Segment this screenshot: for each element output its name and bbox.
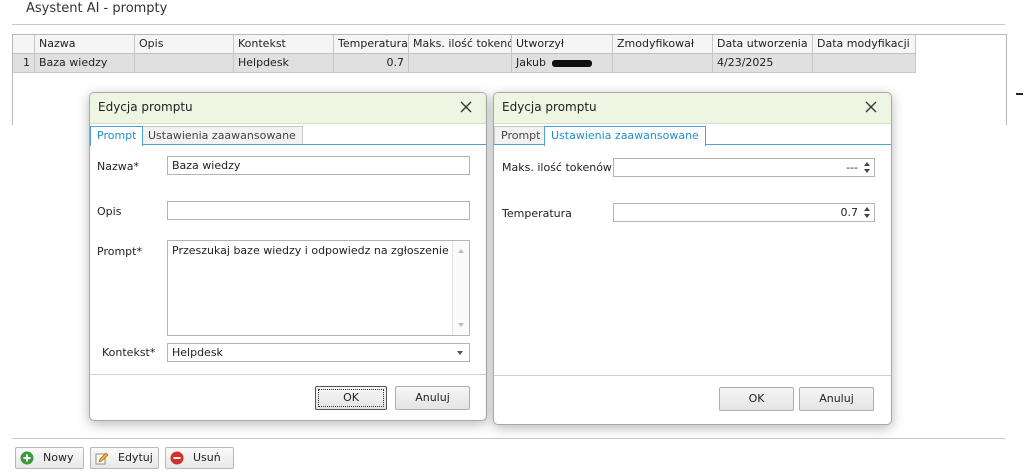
cell-maks-tokenow[interactable] — [409, 54, 512, 72]
edit-button[interactable]: Edytuj — [90, 447, 159, 469]
cell-data-modyfikacji[interactable] — [813, 54, 916, 72]
ok-button[interactable]: OK — [719, 387, 794, 411]
cell-kontekst[interactable]: Helpdesk — [234, 54, 334, 72]
utworzyl-text: Jakub — [516, 56, 546, 69]
label-prompt: Prompt* — [97, 245, 142, 258]
dialog-footer-divider — [90, 374, 486, 375]
cell-opis[interactable] — [135, 54, 234, 72]
cancel-button[interactable]: Anuluj — [395, 386, 470, 410]
column-header-opis[interactable]: Opis — [135, 35, 234, 53]
nazwa-input[interactable]: Baza wiedzy — [167, 156, 470, 175]
close-icon[interactable] — [861, 97, 881, 117]
column-header-utworzyl[interactable]: Utworzył — [512, 35, 613, 53]
maks-tokenow-value: --- — [846, 161, 858, 174]
add-button-label: Nowy — [43, 451, 74, 464]
row-index: 1 — [13, 54, 35, 72]
opis-input[interactable] — [167, 201, 470, 220]
temperatura-value: 0.7 — [840, 206, 859, 219]
dialog-footer-divider — [494, 375, 891, 376]
column-header-maks-tokenow[interactable]: Maks. ilość tokenów — [409, 35, 512, 53]
label-nazwa: Nazwa* — [97, 160, 139, 173]
kontekst-value: Helpdesk — [172, 346, 223, 359]
column-header-kontekst[interactable]: Kontekst — [234, 35, 334, 53]
prompt-text: Przeszukaj baze wiedzy i odpowiedz na zg… — [172, 244, 449, 257]
column-header-zmodyfikowal[interactable]: Zmodyfikował — [613, 35, 713, 53]
page-title: Asystent AI - prompty — [26, 1, 168, 16]
cell-utworzyl[interactable]: Jakub — [512, 54, 613, 72]
tab-advanced-settings[interactable]: Ustawienia zaawansowane — [544, 126, 706, 146]
edit-prompt-dialog[interactable]: Edycja promptu Prompt Ustawienia zaawans… — [89, 92, 487, 421]
tab-advanced-settings[interactable]: Ustawienia zaawansowane — [141, 126, 303, 145]
pencil-icon — [95, 451, 109, 465]
spinner-arrows-icon[interactable] — [863, 206, 871, 219]
grid-header: Nazwa Opis Kontekst Temperatura Maks. il… — [13, 35, 916, 54]
add-button[interactable]: Nowy — [15, 447, 84, 469]
label-temperatura: Temperatura — [502, 207, 572, 220]
row-indicator-header — [13, 35, 35, 53]
column-header-data-modyfikacji[interactable]: Data modyfikacji — [813, 35, 916, 53]
prompt-textarea[interactable]: Przeszukaj baze wiedzy i odpowiedz na zg… — [167, 240, 470, 336]
chevron-down-icon[interactable] — [457, 351, 463, 355]
temperatura-spinner[interactable]: 0.7 — [613, 203, 875, 222]
textarea-scrollbar[interactable] — [452, 241, 469, 335]
minus-circle-icon — [170, 451, 184, 465]
spinner-arrows-icon[interactable] — [863, 161, 871, 174]
close-icon[interactable] — [456, 97, 476, 117]
tab-underline — [90, 144, 486, 145]
tab-prompt[interactable]: Prompt — [90, 126, 144, 146]
dialog-title-bar[interactable]: Edycja promptu — [494, 93, 891, 124]
column-header-data-utworzenia[interactable]: Data utworzenia — [713, 35, 813, 53]
tab-prompt[interactable]: Prompt — [494, 126, 548, 145]
cell-nazwa[interactable]: Baza wiedzy — [35, 54, 135, 72]
label-maks-tokenow: Maks. ilość tokenów — [502, 161, 612, 174]
ok-button[interactable]: OK — [315, 386, 387, 410]
edit-prompt-advanced-dialog[interactable]: Edycja promptu Prompt Ustawienia zaawans… — [493, 92, 892, 425]
content-divider — [12, 438, 1005, 439]
label-opis: Opis — [97, 205, 122, 218]
kontekst-select[interactable]: Helpdesk — [167, 343, 470, 362]
plus-circle-icon — [20, 451, 34, 465]
column-header-temperatura[interactable]: Temperatura — [334, 35, 409, 53]
maks-tokenow-spinner[interactable]: --- — [613, 158, 875, 177]
dialog-title: Edycja promptu — [98, 100, 193, 114]
redacted-block — [552, 59, 593, 67]
table-row[interactable]: 1 Baza wiedzy Helpdesk 0.7 Jakub 4/23/20… — [13, 54, 916, 73]
cell-data-utworzenia[interactable]: 4/23/2025 — [713, 54, 813, 72]
cell-temperatura[interactable]: 0.7 — [334, 54, 409, 72]
label-kontekst: Kontekst* — [102, 346, 156, 359]
edit-button-label: Edytuj — [118, 451, 153, 464]
scroll-mark — [1016, 93, 1023, 95]
delete-button[interactable]: Usuń — [165, 447, 234, 469]
dialog-tabs: Prompt Ustawienia zaawansowane — [494, 123, 891, 146]
dialog-title-bar[interactable]: Edycja promptu — [90, 93, 486, 124]
dialog-tabs: Prompt Ustawienia zaawansowane — [90, 123, 486, 146]
column-header-nazwa[interactable]: Nazwa — [35, 35, 135, 53]
cell-zmodyfikowal[interactable] — [613, 54, 713, 72]
cancel-button[interactable]: Anuluj — [799, 387, 874, 411]
delete-button-label: Usuń — [193, 451, 221, 464]
dialog-title: Edycja promptu — [502, 100, 597, 114]
title-divider — [12, 24, 1005, 25]
